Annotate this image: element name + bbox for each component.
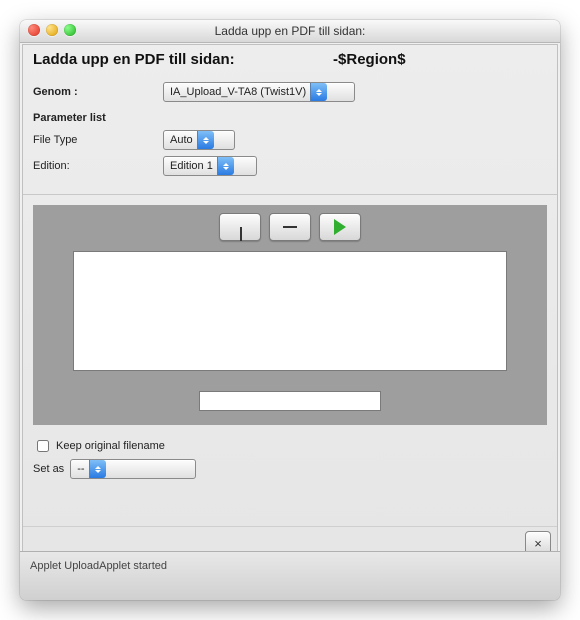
chevron-updown-icon [89, 460, 106, 478]
window: Ladda upp en PDF till sidan: Ladda upp e… [20, 20, 560, 600]
minus-icon [283, 226, 297, 228]
chevron-updown-icon [197, 131, 214, 149]
edition-select[interactable]: Edition 1 [163, 156, 257, 176]
page-heading: Ladda upp en PDF till sidan: -$Region$ [23, 45, 557, 72]
progress-field [199, 391, 381, 411]
content-area: Ladda upp en PDF till sidan: -$Region$ G… [22, 44, 558, 560]
divider [23, 194, 557, 195]
file-list[interactable] [73, 251, 507, 371]
status-text: Applet UploadApplet started [30, 560, 167, 572]
heading-prefix: Ladda upp en PDF till sidan: [33, 51, 235, 68]
chevron-updown-icon [217, 157, 234, 175]
close-icon: × [534, 536, 542, 551]
file-type-select[interactable]: Auto [163, 130, 235, 150]
heading-region: -$Region$ [333, 51, 406, 68]
form-area: Genom : IA_Upload_V-TA8 (Twist1V) Parame… [23, 72, 557, 190]
lower-options: Keep original filename Set as -- [23, 427, 557, 491]
play-icon [334, 219, 346, 235]
file-type-value: Auto [170, 134, 197, 146]
genom-label: Genom : [33, 86, 163, 98]
genom-select[interactable]: IA_Upload_V-TA8 (Twist1V) [163, 82, 355, 102]
zoom-window-button[interactable] [64, 24, 76, 36]
remove-button[interactable] [269, 213, 311, 241]
upload-panel [33, 205, 547, 425]
set-as-label: Set as [33, 463, 64, 475]
status-bar: Applet UploadApplet started [20, 551, 560, 600]
keep-filename-checkbox[interactable] [37, 440, 49, 452]
chevron-updown-icon [310, 83, 327, 101]
minimize-window-button[interactable] [46, 24, 58, 36]
set-as-select[interactable]: -- [70, 459, 196, 479]
edition-value: Edition 1 [170, 160, 217, 172]
add-button[interactable] [219, 213, 261, 241]
upload-toolbar [33, 213, 547, 241]
titlebar: Ladda upp en PDF till sidan: [20, 20, 560, 43]
traffic-lights [28, 24, 76, 36]
keep-filename-label: Keep original filename [56, 440, 165, 452]
close-window-button[interactable] [28, 24, 40, 36]
file-type-label: File Type [33, 134, 163, 146]
set-as-value: -- [77, 463, 88, 475]
start-button[interactable] [319, 213, 361, 241]
edition-label: Edition: [33, 160, 163, 172]
window-title: Ladda upp en PDF till sidan: [215, 24, 366, 38]
genom-select-value: IA_Upload_V-TA8 (Twist1V) [170, 86, 310, 98]
parameter-list-heading: Parameter list [33, 112, 106, 124]
